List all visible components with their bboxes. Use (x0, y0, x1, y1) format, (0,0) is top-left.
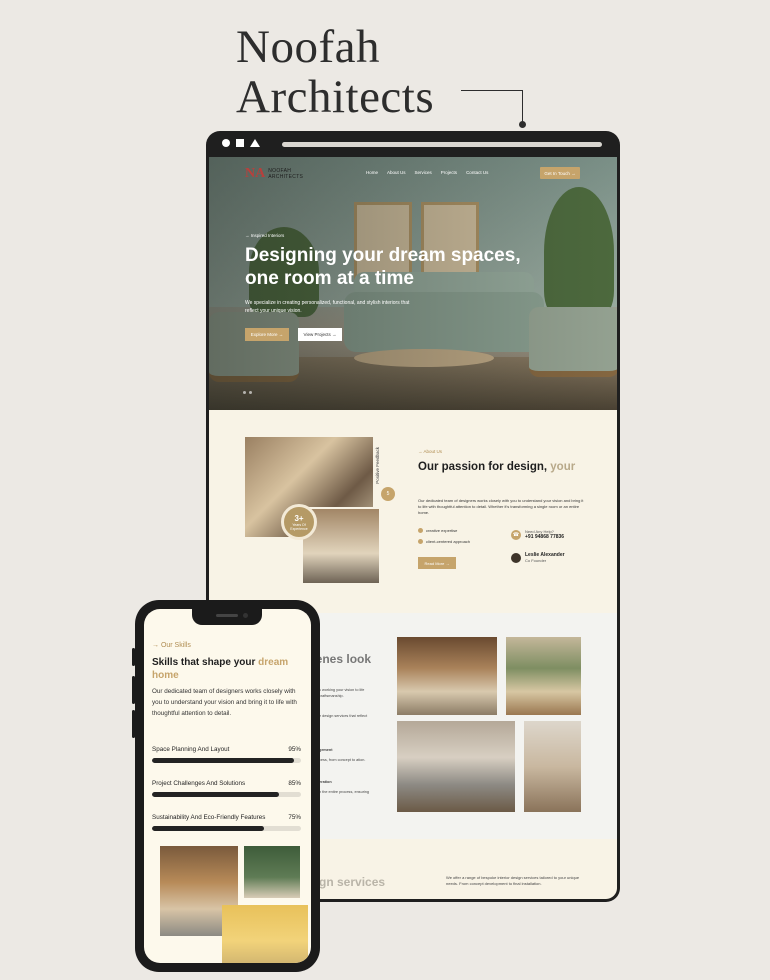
experience-label: Years Of Experience (290, 523, 308, 531)
skill-value: 95% (288, 746, 301, 753)
scene-text-2: e design services that reflect (319, 714, 368, 718)
skills-title: Skills that shape your dream home (152, 657, 289, 681)
feedback-circle: 5 (381, 487, 395, 501)
help-contact[interactable]: ☎ Need Any Help? +91 94868 77836 (511, 529, 564, 540)
experience-number: 3+ (294, 514, 304, 523)
skill-label: Space Planning And Layout (152, 746, 230, 753)
phone-icon: ☎ (511, 529, 521, 540)
nav-home[interactable]: Home (366, 170, 378, 175)
scene-text-1: k working your vision to life craftsmans… (319, 688, 365, 698)
founder-info: Leslie Alexander Co Founder (511, 552, 565, 563)
logo-mark: NA (245, 166, 266, 181)
get-in-touch-button[interactable]: Get In Touch → (540, 167, 580, 179)
scene-text-4: cess, from concept to ation. (319, 758, 366, 762)
brand-line-2: Architects (236, 71, 435, 123)
explore-more-button[interactable]: Explore More → (245, 328, 289, 341)
scene-text-3: gement (319, 748, 333, 752)
phone-screen: → Our Skills Skills that shape your drea… (144, 609, 311, 963)
logo-line-2: ARCHITECTS (268, 174, 304, 180)
progress-track (152, 792, 301, 797)
hero-text: We specialize in creating personalized, … (245, 300, 410, 314)
triangle-icon[interactable] (250, 139, 260, 147)
brand-connector-dot (519, 121, 526, 128)
scene-text-6: h the entire process, ensuring (319, 790, 370, 794)
services-title: sign services (309, 875, 386, 889)
nav-services[interactable]: Services (415, 170, 432, 175)
founder-role: Co Founder (525, 558, 547, 563)
about-tag: → About Us (418, 449, 443, 454)
brand-line-1: Noofah (236, 21, 380, 73)
hero-title: Designing your dream spaces, one room at… (245, 245, 521, 289)
skill-value: 85% (288, 780, 301, 787)
scene-image-2 (506, 637, 581, 715)
scene-image-4 (524, 721, 581, 812)
check-icon (418, 528, 423, 533)
read-more-button[interactable]: Read More → (418, 557, 456, 569)
feature-client: client-centered approach (418, 539, 470, 544)
skills-image-2 (244, 846, 300, 898)
services-text: We offer a range of bespoke interior des… (446, 875, 580, 886)
experience-badge: 3+ Years Of Experience (281, 504, 317, 540)
help-phone: +91 94868 77836 (525, 534, 565, 540)
skills-text: Our dedicated team of designers works cl… (152, 688, 297, 717)
scene-image-3 (397, 721, 515, 812)
skill-value: 75% (288, 814, 301, 821)
scene-text-5: eration (319, 780, 332, 784)
square-icon[interactable] (236, 139, 244, 147)
progress-track (152, 758, 301, 763)
skill-space-planning: Space Planning And Layout 95% (152, 746, 301, 763)
progress-fill (152, 792, 279, 797)
check-icon (418, 539, 423, 544)
skill-sustainability: Sustainability And Eco-Friendly Features… (152, 814, 301, 831)
brand-title: Noofah Architects (236, 22, 434, 122)
nav-contact[interactable]: Contact Us (466, 170, 488, 175)
phone-notch (192, 609, 262, 625)
speaker-grill (216, 614, 238, 617)
skill-label: Project Challenges And Solutions (152, 780, 246, 787)
browser-controls (222, 139, 260, 147)
nav-projects[interactable]: Projects (441, 170, 457, 175)
progress-fill (152, 826, 264, 831)
circle-icon[interactable] (222, 139, 230, 147)
scene-image-1 (397, 637, 497, 715)
hero-tag: → Inspired Interiors (245, 233, 285, 238)
site-nav: NA NOOFAH ARCHITECTS Home About Us Servi… (209, 157, 617, 191)
avatar (511, 552, 521, 563)
nav-links: Home About Us Services Projects Contact … (366, 170, 488, 175)
view-projects-button[interactable]: View Projects → (298, 328, 342, 341)
about-title: Our passion for design, your (418, 461, 576, 473)
positive-feedback-tag: Positive Feedback (375, 447, 380, 484)
phone-mockup: → Our Skills Skills that shape your drea… (135, 600, 320, 972)
skills-image-3 (222, 905, 308, 963)
hero-slider-dots[interactable] (243, 391, 252, 394)
progress-track (152, 826, 301, 831)
brand-connector-line (461, 90, 523, 124)
browser-address-bar[interactable] (282, 142, 602, 147)
feature-creative: creative expertise (418, 528, 457, 533)
skill-label: Sustainability And Eco-Friendly Features (152, 814, 266, 821)
about-text: Our dedicated team of designers works cl… (418, 498, 584, 515)
site-logo[interactable]: NA NOOFAH ARCHITECTS (245, 166, 303, 182)
skill-project-challenges: Project Challenges And Solutions 85% (152, 780, 301, 797)
logo-text: NOOFAH ARCHITECTS (268, 168, 303, 180)
progress-fill (152, 758, 294, 763)
nav-about[interactable]: About Us (387, 170, 406, 175)
camera-icon (243, 613, 248, 618)
hero-section: NA NOOFAH ARCHITECTS Home About Us Servi… (209, 157, 617, 410)
skills-tag: → Our Skills (152, 642, 191, 649)
